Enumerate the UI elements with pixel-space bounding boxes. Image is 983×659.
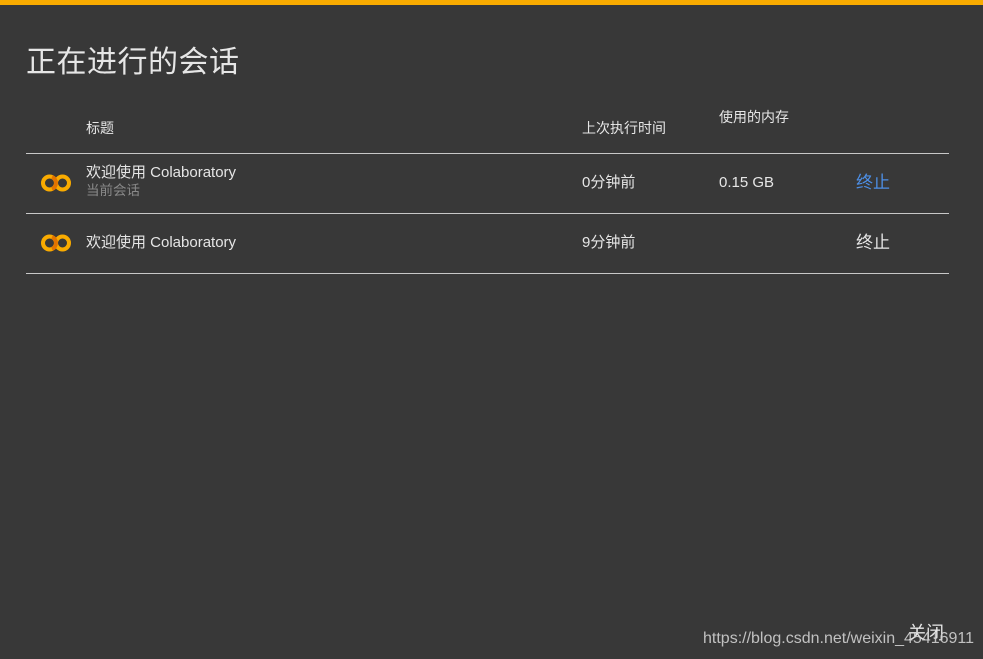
column-header-memory: 使用的内存 (719, 109, 789, 125)
current-session-label: 当前会话 (86, 183, 140, 198)
terminate-button[interactable]: 终止 (856, 172, 890, 193)
colab-logo-icon (41, 234, 71, 252)
session-title: 欢迎使用 Colaboratory (86, 164, 237, 181)
last-exec-time: 0分钟前 (582, 174, 636, 191)
column-header-last-exec: 上次执行时间 (582, 120, 666, 136)
memory-usage: 0.15 GB (719, 174, 775, 191)
top-accent-bar (0, 0, 983, 5)
terminate-button[interactable]: 终止 (856, 232, 890, 253)
last-exec-time: 9分钟前 (582, 234, 636, 251)
colab-logo-icon (41, 174, 71, 192)
session-title-cell: 欢迎使用 Colaboratory 当前会话 (86, 163, 236, 200)
sessions-table: 标题 上次执行时间 使用的内存 欢迎使用 Colaboratory 当前会话 0… (26, 100, 949, 274)
column-header-title: 标题 (86, 120, 114, 136)
session-title: 欢迎使用 Colaboratory (86, 234, 237, 251)
dialog-title: 正在进行的会话 (26, 46, 240, 79)
table-row: 欢迎使用 Colaboratory 9分钟前 终止 (26, 214, 949, 274)
watermark-text: https://blog.csdn.net/weixin_45416911 (703, 630, 975, 647)
table-row: 欢迎使用 Colaboratory 当前会话 0分钟前 0.15 GB 终止 (26, 154, 949, 214)
table-header: 标题 上次执行时间 使用的内存 (26, 100, 949, 154)
